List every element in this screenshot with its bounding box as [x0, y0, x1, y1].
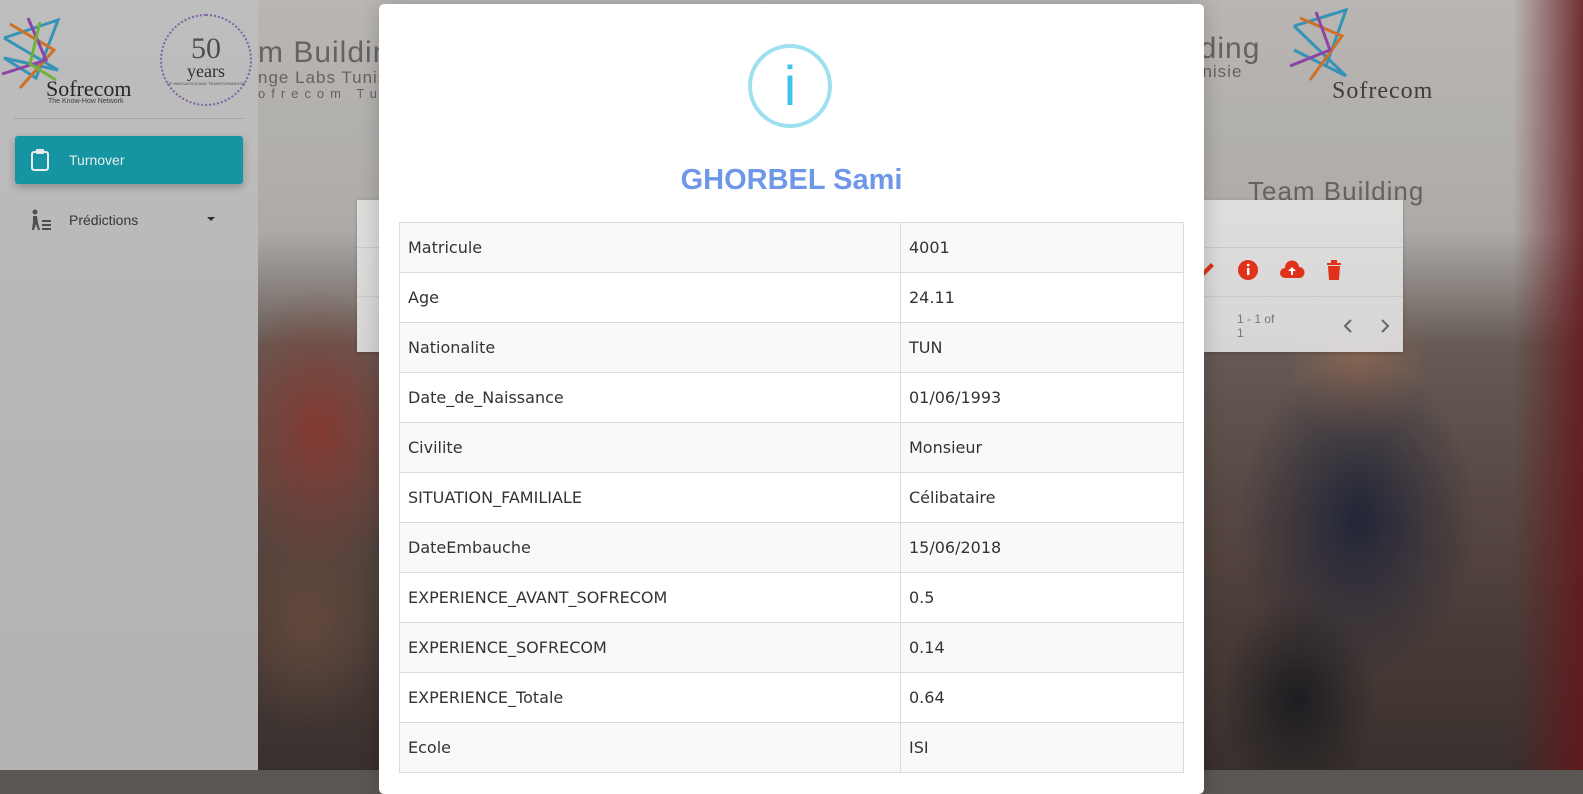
field-key: SITUATION_FAMILIALE	[399, 472, 901, 523]
table-row: SITUATION_FAMILIALE Célibataire	[399, 472, 1184, 523]
field-key: Nationalite	[399, 322, 901, 373]
field-key: EXPERIENCE_SOFRECOM	[399, 622, 901, 673]
row-actions	[1197, 259, 1343, 286]
delete-icon[interactable]	[1325, 259, 1343, 286]
field-key: Age	[399, 272, 901, 323]
field-value: Monsieur	[900, 422, 1184, 473]
table-row: Civilite Monsieur	[399, 422, 1184, 473]
field-value: 4001	[900, 222, 1184, 273]
chevron-left-icon[interactable]	[1330, 319, 1366, 333]
table-row: DateEmbauche 15/06/2018	[399, 522, 1184, 573]
chevron-right-icon[interactable]	[1367, 319, 1403, 333]
field-value: 0.64	[900, 672, 1184, 723]
field-key: Civilite	[399, 422, 901, 473]
field-value: Célibataire	[900, 472, 1184, 523]
details-table: Matricule 4001 Age 24.11 Nationalite TUN Da…	[399, 222, 1184, 773]
table-row: Age 24.11	[399, 272, 1184, 323]
pager-range-label: 1 - 1 of 1	[1237, 312, 1275, 340]
table-row: Ecole ISI	[399, 722, 1184, 773]
field-value: ISI	[900, 722, 1184, 773]
field-value: 15/06/2018	[900, 522, 1184, 573]
table-row: EXPERIENCE_Totale 0.64	[399, 672, 1184, 723]
field-key: DateEmbauche	[399, 522, 901, 573]
table-row: Date_de_Naissance 01/06/1993	[399, 372, 1184, 423]
field-value: 0.5	[900, 572, 1184, 623]
field-key: EXPERIENCE_AVANT_SOFRECOM	[399, 572, 901, 623]
field-key: Matricule	[399, 222, 901, 273]
info-icon[interactable]	[1237, 259, 1259, 286]
field-value: 0.14	[900, 622, 1184, 673]
field-key: Date_de_Naissance	[399, 372, 901, 423]
paginator: 1 - 1 of 1	[1237, 312, 1403, 340]
table-row: Nationalite TUN	[399, 322, 1184, 373]
employee-details-modal: i GHORBEL Sami Matricule 4001 Age 24.11 Na…	[379, 4, 1204, 794]
info-icon: i	[748, 44, 832, 128]
table-row: EXPERIENCE_SOFRECOM 0.14	[399, 622, 1184, 673]
modal-title: GHORBEL Sami	[680, 164, 903, 196]
table-row: EXPERIENCE_AVANT_SOFRECOM 0.5	[399, 572, 1184, 623]
field-key: EXPERIENCE_Totale	[399, 672, 901, 723]
field-value: 24.11	[900, 272, 1184, 323]
field-value: 01/06/1993	[900, 372, 1184, 423]
upload-icon[interactable]	[1279, 260, 1305, 285]
field-value: TUN	[900, 322, 1184, 373]
field-key: Ecole	[399, 722, 901, 773]
table-row: Matricule 4001	[399, 222, 1184, 273]
